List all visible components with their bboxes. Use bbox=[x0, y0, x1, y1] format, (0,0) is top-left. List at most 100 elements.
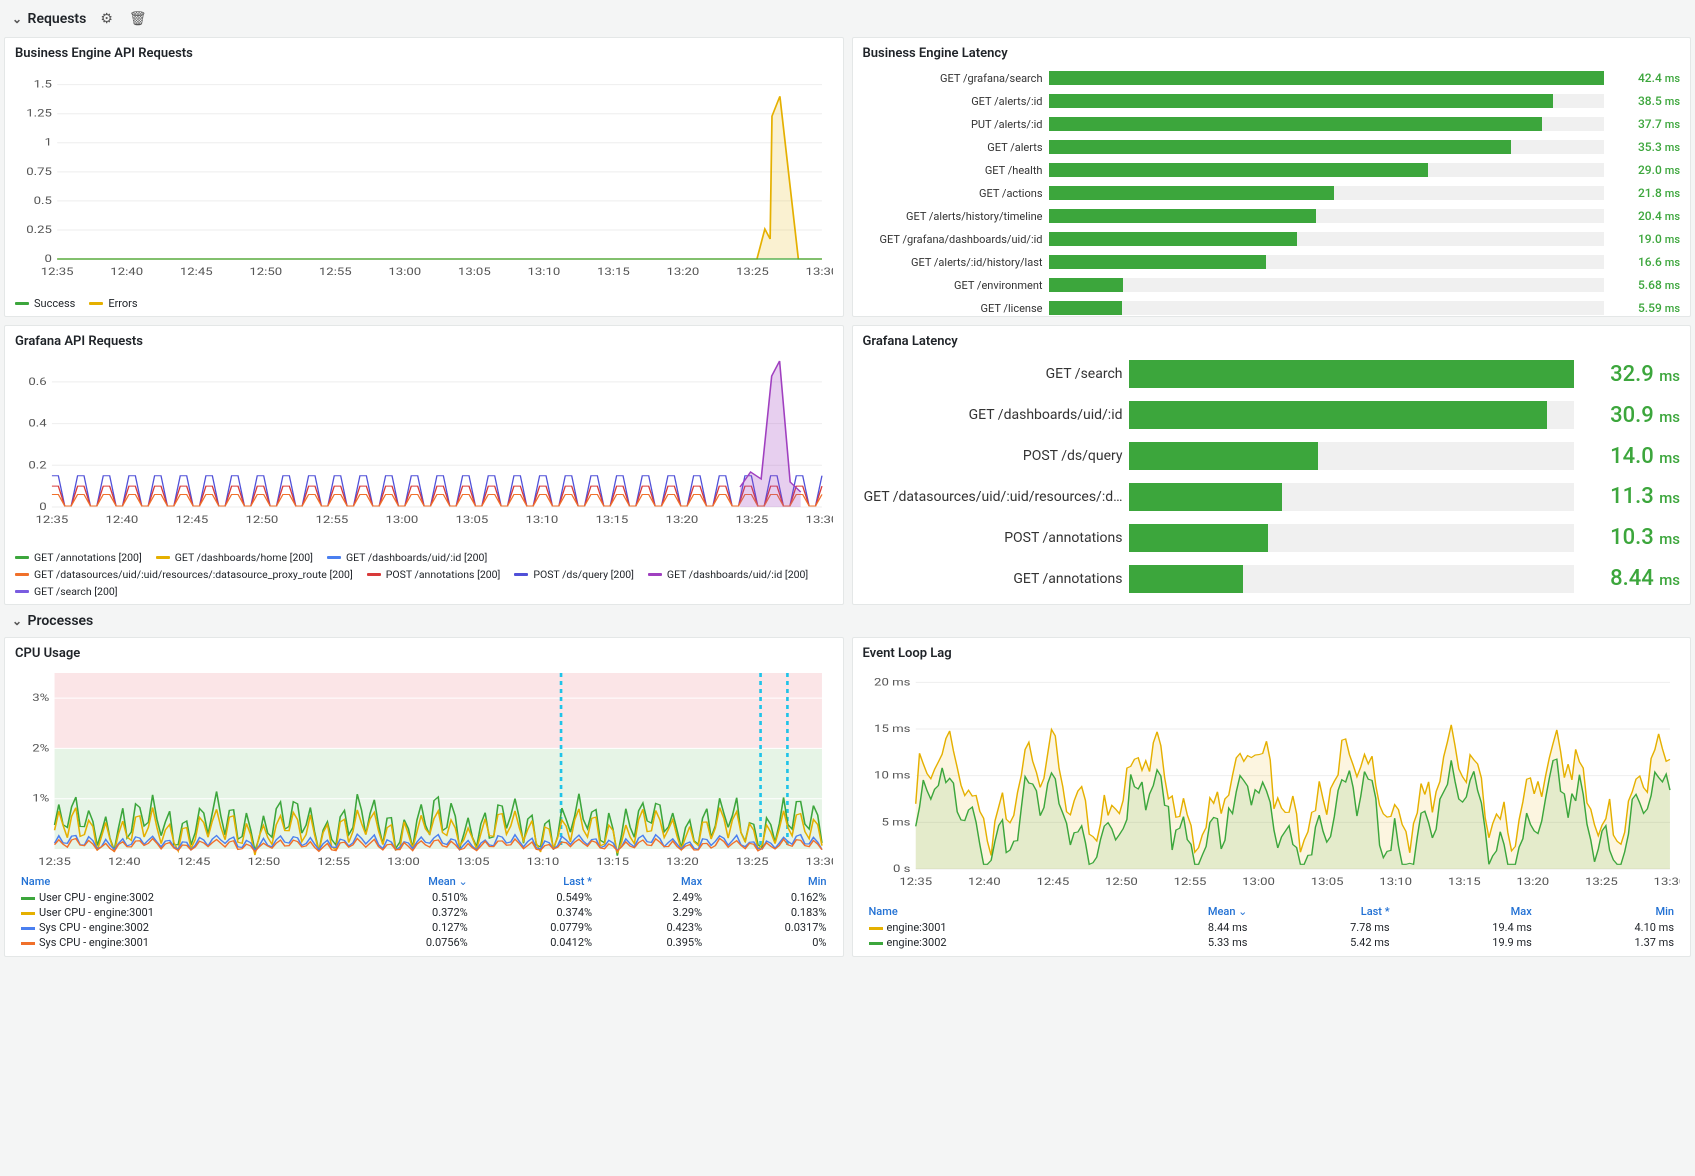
panel-title: Grafana Latency bbox=[863, 334, 1681, 349]
latency-row[interactable]: GET /alerts 35.3 ms bbox=[863, 136, 1681, 158]
stats-header[interactable]: Name bbox=[15, 873, 349, 890]
svg-text:12:55: 12:55 bbox=[319, 266, 352, 277]
section-title: Requests bbox=[28, 11, 87, 27]
latency-row[interactable]: GET /annotations 8.44 ms bbox=[863, 560, 1681, 598]
legend-item[interactable]: GET /annotations [200] bbox=[15, 551, 142, 564]
latency-row[interactable]: GET /license 5.59 ms bbox=[863, 297, 1681, 319]
svg-text:13:05: 13:05 bbox=[1310, 876, 1343, 887]
svg-text:15 ms: 15 ms bbox=[874, 723, 910, 735]
svg-text:12:40: 12:40 bbox=[110, 266, 143, 277]
latency-row[interactable]: GET /alerts/:id 38.5 ms bbox=[863, 90, 1681, 112]
latency-value: 8.44 ms bbox=[1580, 566, 1680, 591]
panel-title: CPU Usage bbox=[15, 646, 833, 661]
latency-row[interactable]: POST /ds/query 14.0 ms bbox=[863, 437, 1681, 475]
latency-value: 42.4 ms bbox=[1610, 71, 1680, 85]
table-row[interactable]: engine:30025.33 ms5.42 ms19.9 ms1.37 ms bbox=[863, 935, 1681, 950]
table-row[interactable]: Sys CPU - engine:30010.0756%0.0412%0.395… bbox=[15, 935, 833, 950]
svg-text:13:30: 13:30 bbox=[1653, 876, 1680, 887]
panel-title: Grafana API Requests bbox=[15, 334, 833, 349]
table-row[interactable]: User CPU - engine:30010.372%0.374%3.29%0… bbox=[15, 905, 833, 920]
latency-row[interactable]: GET /dashboards/uid/:id 30.9 ms bbox=[863, 396, 1681, 434]
svg-text:0.75: 0.75 bbox=[26, 165, 52, 177]
section-header-requests[interactable]: ⌄ Requests ⚙ 🗑 bbox=[4, 4, 1691, 33]
chevron-down-icon: ⌄ bbox=[12, 614, 22, 628]
legend-item[interactable]: GET /dashboards/uid/:id [200] bbox=[327, 551, 487, 564]
latency-row[interactable]: GET /alerts/history/timeline 20.4 ms bbox=[863, 205, 1681, 227]
panel-title: Business Engine API Requests bbox=[15, 46, 833, 61]
stats-header[interactable]: Name bbox=[863, 903, 1112, 920]
latency-label: GET /annotations bbox=[863, 571, 1123, 587]
panel-grafana-latency[interactable]: Grafana Latency GET /search 32.9 msGET /… bbox=[852, 325, 1692, 605]
latency-label: GET /actions bbox=[863, 187, 1043, 200]
svg-text:13:25: 13:25 bbox=[1584, 876, 1617, 887]
panel-be-api-requests[interactable]: Business Engine API Requests 00.250.50.7… bbox=[4, 37, 844, 317]
svg-text:12:40: 12:40 bbox=[106, 514, 139, 525]
stats-header[interactable]: Min bbox=[1538, 903, 1680, 920]
latency-row[interactable]: GET /search 32.9 ms bbox=[863, 355, 1681, 393]
stats-header[interactable]: Last * bbox=[1253, 903, 1395, 920]
latency-row[interactable]: POST /annotations 10.3 ms bbox=[863, 519, 1681, 557]
panel-grafana-api-requests[interactable]: Grafana API Requests 00.20.40.612:3512:4… bbox=[4, 325, 844, 605]
table-row[interactable]: Sys CPU - engine:30020.127%0.0779%0.423%… bbox=[15, 920, 833, 935]
latency-row[interactable]: GET /datasources/uid/:uid/resources/:d… … bbox=[863, 478, 1681, 516]
latency-bar bbox=[1129, 483, 1575, 511]
svg-text:0.6: 0.6 bbox=[28, 375, 47, 387]
svg-text:13:05: 13:05 bbox=[458, 266, 491, 277]
table-row[interactable]: User CPU - engine:30020.510%0.549%2.49%0… bbox=[15, 890, 833, 905]
stats-header[interactable]: Max bbox=[598, 873, 708, 890]
latency-bar bbox=[1129, 442, 1575, 470]
legend-item[interactable]: GET /search [200] bbox=[15, 585, 118, 598]
panel-cpu-usage[interactable]: CPU Usage 1%2%3%12:3512:4012:4512:5012:5… bbox=[4, 637, 844, 957]
svg-text:5 ms: 5 ms bbox=[881, 816, 910, 828]
stats-header[interactable]: Max bbox=[1396, 903, 1538, 920]
stats-header[interactable]: Mean ⌄ bbox=[1111, 903, 1253, 920]
legend-item[interactable]: GET /datasources/uid/:uid/resources/:dat… bbox=[15, 568, 353, 581]
latency-row[interactable]: GET /alerts/:id/history/last 16.6 ms bbox=[863, 251, 1681, 273]
latency-row[interactable]: GET /grafana/search 42.4 ms bbox=[863, 67, 1681, 89]
latency-label: GET /health bbox=[863, 164, 1043, 177]
latency-label: GET /license bbox=[863, 302, 1043, 315]
svg-text:0: 0 bbox=[39, 501, 46, 513]
svg-text:13:10: 13:10 bbox=[527, 266, 560, 277]
latency-row[interactable]: GET /grafana/dashboards/uid/:id 19.0 ms bbox=[863, 228, 1681, 250]
stats-header[interactable]: Mean ⌄ bbox=[349, 873, 473, 890]
latency-value: 19.0 ms bbox=[1610, 232, 1680, 246]
legend-item[interactable]: GET /dashboards/uid/:id [200] bbox=[648, 568, 808, 581]
trash-icon[interactable]: 🗑 bbox=[127, 8, 149, 29]
legend-item[interactable]: GET /dashboards/home [200] bbox=[156, 551, 313, 564]
latency-value: 32.9 ms bbox=[1580, 362, 1680, 387]
svg-text:13:25: 13:25 bbox=[736, 266, 769, 277]
legend-item[interactable]: Success bbox=[15, 297, 75, 310]
latency-label: GET /grafana/search bbox=[863, 72, 1043, 85]
svg-text:13:05: 13:05 bbox=[457, 856, 490, 867]
latency-row[interactable]: PUT /alerts/:id 37.7 ms bbox=[863, 113, 1681, 135]
table-row[interactable]: engine:30018.44 ms7.78 ms19.4 ms4.10 ms bbox=[863, 920, 1681, 935]
svg-text:13:30: 13:30 bbox=[806, 266, 833, 277]
panel-be-latency[interactable]: Business Engine Latency GET /grafana/sea… bbox=[852, 37, 1692, 317]
svg-text:13:25: 13:25 bbox=[736, 514, 769, 525]
gear-icon[interactable]: ⚙ bbox=[98, 8, 115, 29]
legend-item[interactable]: POST /ds/query [200] bbox=[514, 568, 634, 581]
panel-title: Business Engine Latency bbox=[863, 46, 1681, 61]
latency-value: 21.8 ms bbox=[1610, 186, 1680, 200]
latency-bar bbox=[1049, 140, 1605, 154]
panel-event-loop-lag[interactable]: Event Loop Lag 0 s5 ms10 ms15 ms20 ms12:… bbox=[852, 637, 1692, 957]
latency-row[interactable]: GET /environment 5.68 ms bbox=[863, 274, 1681, 296]
svg-text:12:35: 12:35 bbox=[38, 856, 71, 867]
svg-text:12:55: 12:55 bbox=[317, 856, 350, 867]
latency-row[interactable]: GET /actions 21.8 ms bbox=[863, 182, 1681, 204]
section-header-processes[interactable]: ⌄ Processes bbox=[4, 609, 1691, 633]
svg-text:0.4: 0.4 bbox=[28, 417, 47, 429]
svg-text:13:20: 13:20 bbox=[667, 266, 700, 277]
legend-item[interactable]: POST /annotations [200] bbox=[367, 568, 501, 581]
legend-item[interactable]: Errors bbox=[89, 297, 137, 310]
latency-row[interactable]: GET /health 29.0 ms bbox=[863, 159, 1681, 181]
svg-text:0: 0 bbox=[45, 253, 52, 265]
latency-bar bbox=[1049, 117, 1605, 131]
latency-label: GET /alerts/:id bbox=[863, 95, 1043, 108]
stats-header[interactable]: Last * bbox=[474, 873, 598, 890]
svg-text:13:05: 13:05 bbox=[456, 514, 489, 525]
latency-bar bbox=[1049, 301, 1605, 315]
chevron-down-icon: ⌄ bbox=[12, 12, 22, 26]
stats-header[interactable]: Min bbox=[708, 873, 832, 890]
